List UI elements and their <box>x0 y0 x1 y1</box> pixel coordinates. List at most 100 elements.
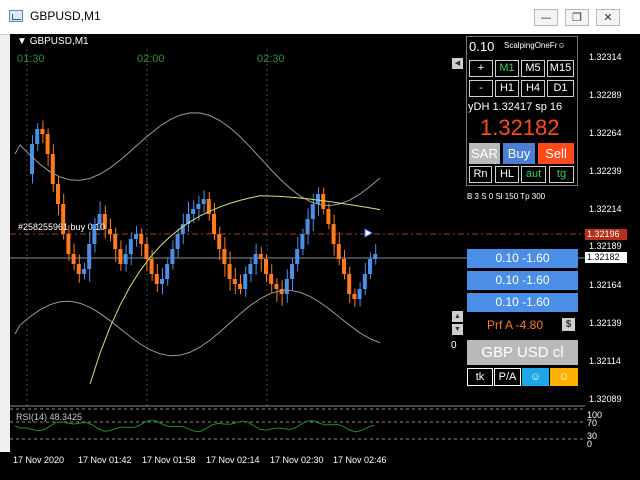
candle-body <box>373 254 378 259</box>
price-tick: 1.32289 <box>589 90 622 100</box>
orders-info: B 3 S 0 Sl 150 Tp 300 <box>467 192 546 201</box>
collapse-panel-button[interactable]: ◀ <box>452 58 463 69</box>
lot-size: 0.10 <box>469 39 495 54</box>
candle-body <box>76 264 81 274</box>
candle-body <box>113 234 118 249</box>
scroll-up-button[interactable]: ▲ <box>452 311 463 322</box>
position-close-button[interactable]: 0.10 -1.60 <box>467 271 578 290</box>
candle-body <box>227 264 232 279</box>
candle-body <box>274 284 279 289</box>
chart-window-icon <box>9 10 23 22</box>
symbol-label: ▼ GBPUSD,M1 <box>17 36 89 47</box>
sell-button[interactable]: Sell <box>538 143 574 164</box>
order-marker-icon <box>364 228 374 238</box>
candle-body <box>264 259 268 274</box>
tf-h4-button[interactable]: H4 <box>521 80 545 97</box>
price-tick: 1.32114 <box>589 356 621 366</box>
auto-button[interactable]: aut <box>521 166 546 183</box>
candle-body <box>35 129 40 144</box>
candle-body <box>243 274 248 289</box>
candle-body <box>45 134 50 154</box>
candle-body <box>290 264 294 279</box>
candle-body <box>128 239 133 254</box>
expert-name: ScalpingOneFr☺ <box>504 41 566 50</box>
candle-body <box>154 274 159 284</box>
candle-body <box>170 249 175 264</box>
candle-body <box>118 249 123 264</box>
candle-body <box>352 294 357 299</box>
time-label-0130: 01:30 <box>17 53 45 65</box>
tf-m1-button[interactable]: M1 <box>495 60 519 77</box>
person-icon[interactable]: ☺ <box>522 368 549 386</box>
sar-button[interactable]: SAR <box>469 143 500 164</box>
close-button[interactable]: ✕ <box>596 9 620 26</box>
buy-button[interactable]: Buy <box>503 143 535 164</box>
candle-body <box>305 219 310 234</box>
time-tick: 17 Nov 01:58 <box>142 455 196 465</box>
candle-body <box>160 279 164 284</box>
candle-body <box>50 154 55 184</box>
candle-body <box>253 254 258 264</box>
candle-body <box>248 264 253 274</box>
scroll-down-button[interactable]: ▼ <box>452 324 463 335</box>
candle-body <box>165 264 170 279</box>
position-close-button[interactable]: 0.10 -1.60 <box>467 249 578 268</box>
candle-body <box>232 279 237 284</box>
candle-body <box>40 129 45 134</box>
current-price: 1.32182 <box>480 115 560 140</box>
price-tick: 1.32089 <box>589 394 622 404</box>
price-tick: 1.32239 <box>589 166 622 176</box>
price-tick: 1.32264 <box>589 128 622 138</box>
price-tick: 1.32164 <box>589 280 622 290</box>
candle-body <box>238 284 242 289</box>
time-tick: 17 Nov 02:14 <box>206 455 260 465</box>
rsi-tick: 70 <box>587 418 598 428</box>
candle-body <box>326 209 331 224</box>
candle-body <box>347 274 352 294</box>
lot-plus-button[interactable]: + <box>469 60 493 77</box>
rsi-label: RSI(14) 48.3425 <box>16 412 83 422</box>
window-titlebar: GBPUSD,M1 — ❐ ✕ <box>0 0 640 35</box>
candle-body <box>368 259 372 274</box>
candle-body <box>336 244 341 259</box>
position-close-button[interactable]: 0.10 -1.60 <box>467 293 578 312</box>
candle-body <box>134 234 138 239</box>
time-tick: 17 Nov 01:42 <box>78 455 132 465</box>
tf-d1-button[interactable]: D1 <box>547 80 574 97</box>
candle-body <box>149 259 154 274</box>
candle-body <box>342 259 346 274</box>
candle-body <box>316 194 320 204</box>
tk-button[interactable]: tk <box>467 368 493 386</box>
maximize-button[interactable]: ❐ <box>565 9 589 26</box>
candle-body <box>212 214 216 234</box>
candle-body <box>295 249 300 264</box>
candle-body <box>222 249 227 264</box>
price-tick: 1.32314 <box>589 52 622 62</box>
candle-body <box>362 274 367 289</box>
tf-h1-button[interactable]: H1 <box>495 80 519 97</box>
time-label-0230: 02:30 <box>257 53 285 65</box>
bollinger-upper <box>14 112 381 207</box>
candle-body <box>139 234 144 244</box>
minimize-button[interactable]: — <box>534 9 558 26</box>
window-title: GBPUSD,M1 <box>30 9 101 23</box>
candle-body <box>269 274 274 284</box>
profit-value: Prf A -4.80 <box>487 318 544 332</box>
order-price-marker: 1.32196 <box>585 229 627 240</box>
tf-m5-button[interactable]: M5 <box>521 60 545 77</box>
yesterday-high-spread: yDH 1.32417 sp 16 <box>468 101 563 113</box>
tg-button[interactable]: tg <box>549 166 574 183</box>
lot-minus-button[interactable]: - <box>469 80 493 97</box>
rn-button[interactable]: Rn <box>469 166 492 183</box>
hl-button[interactable]: HL <box>495 166 519 183</box>
candle-body <box>357 289 362 299</box>
rsi-tick: 0 <box>587 439 593 449</box>
person-icon[interactable]: ☺ <box>550 368 578 386</box>
time-tick: 17 Nov 02:46 <box>333 455 387 465</box>
pa-button[interactable]: P/A <box>494 368 521 386</box>
time-tick: 17 Nov 2020 <box>13 455 65 465</box>
candle-body <box>284 279 289 294</box>
dollar-icon[interactable]: $ <box>562 318 575 331</box>
close-symbol-button[interactable]: GBP USD cl <box>467 340 578 365</box>
tf-m15-button[interactable]: M15 <box>547 60 574 77</box>
